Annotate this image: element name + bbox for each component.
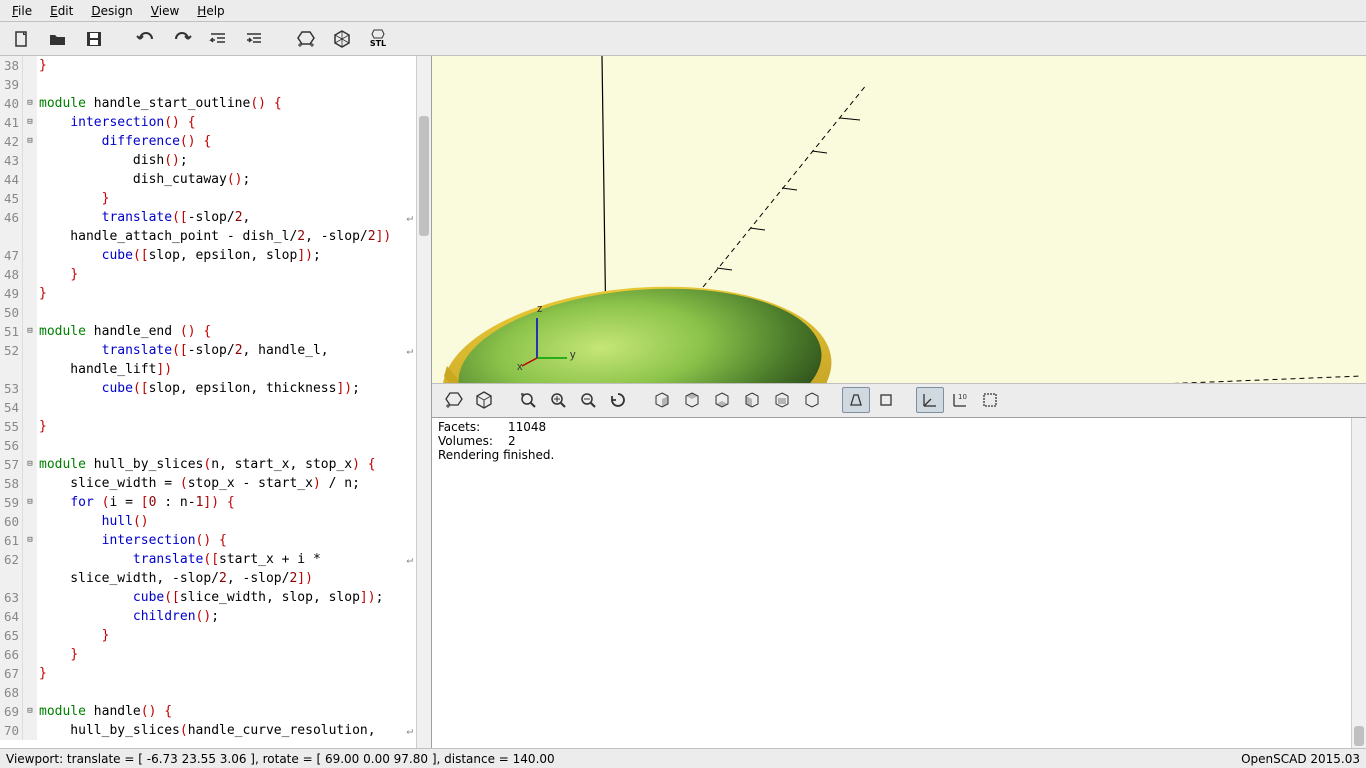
- open-button[interactable]: [44, 26, 72, 52]
- view-bottom-button[interactable]: [708, 387, 736, 413]
- menu-file[interactable]: File: [4, 2, 40, 20]
- orthogonal-button[interactable]: [872, 387, 900, 413]
- menu-design[interactable]: Design: [83, 2, 140, 20]
- code-line[interactable]: 50: [0, 303, 431, 322]
- view-right-button[interactable]: [648, 387, 676, 413]
- code-line[interactable]: 60 hull(): [0, 512, 431, 531]
- view-front-button[interactable]: [768, 387, 796, 413]
- show-edges-button[interactable]: [976, 387, 1004, 413]
- preview-view-button[interactable]: [440, 387, 468, 413]
- code-line[interactable]: 49}: [0, 284, 431, 303]
- svg-text:10: 10: [958, 393, 967, 401]
- console-facets-label: Facets:: [438, 420, 508, 434]
- unindent-button[interactable]: [204, 26, 232, 52]
- code-line[interactable]: 70 hull_by_slices(handle_curve_resolutio…: [0, 721, 431, 740]
- console-output[interactable]: Facets:11048 Volumes:2 Rendering finishe…: [432, 417, 1366, 749]
- code-line[interactable]: slice_width, -slop/2, -slop/2]): [0, 569, 431, 588]
- code-line[interactable]: 42⊟ difference() {: [0, 132, 431, 151]
- code-line[interactable]: 53 cube([slop, epsilon, thickness]);: [0, 379, 431, 398]
- render-button[interactable]: [328, 26, 356, 52]
- code-line[interactable]: 38}: [0, 56, 431, 75]
- code-line[interactable]: 43 dish();: [0, 151, 431, 170]
- menu-view[interactable]: View: [143, 2, 187, 20]
- axis-z-label: z: [537, 303, 543, 315]
- code-line[interactable]: 69⊟module handle() {: [0, 702, 431, 721]
- code-line[interactable]: 39: [0, 75, 431, 94]
- code-line[interactable]: 61⊟ intersection() {: [0, 531, 431, 550]
- axis-x-label: x: [517, 361, 523, 373]
- code-line[interactable]: handle_lift]): [0, 360, 431, 379]
- menu-edit[interactable]: Edit: [42, 2, 81, 20]
- console-status: Rendering finished.: [438, 448, 1360, 462]
- code-line[interactable]: 57⊟module hull_by_slices(n, start_x, sto…: [0, 455, 431, 474]
- code-line[interactable]: handle_attach_point - dish_l/2, -slop/2]…: [0, 227, 431, 246]
- zoom-in-button[interactable]: [544, 387, 572, 413]
- viewer-pane: z y x 10: [432, 56, 1366, 748]
- code-line[interactable]: 47 cube([slop, epsilon, slop]);: [0, 246, 431, 265]
- new-button[interactable]: [8, 26, 36, 52]
- code-line[interactable]: 66 }: [0, 645, 431, 664]
- export-stl-button[interactable]: STL: [364, 26, 392, 52]
- stl-label: STL: [370, 39, 386, 48]
- code-line[interactable]: 68: [0, 683, 431, 702]
- view-top-button[interactable]: [678, 387, 706, 413]
- console-facets-value: 11048: [508, 420, 546, 434]
- zoom-out-button[interactable]: [574, 387, 602, 413]
- code-line[interactable]: 54: [0, 398, 431, 417]
- code-line[interactable]: 56: [0, 436, 431, 455]
- code-line[interactable]: 62 translate([start_x + i *↵: [0, 550, 431, 569]
- view-toolbar: 10: [432, 383, 1366, 417]
- editor-scrollbar[interactable]: [416, 56, 431, 748]
- code-line[interactable]: 67}: [0, 664, 431, 683]
- code-line[interactable]: 63 cube([slice_width, slop, slop]);: [0, 588, 431, 607]
- code-line[interactable]: 55}: [0, 417, 431, 436]
- save-button[interactable]: [80, 26, 108, 52]
- code-editor[interactable]: 38}3940⊟module handle_start_outline() {4…: [0, 56, 431, 748]
- editor-pane: 38}3940⊟module handle_start_outline() {4…: [0, 56, 432, 748]
- code-line[interactable]: 58 slice_width = (stop_x - start_x) / n;: [0, 474, 431, 493]
- menubar: File Edit Design View Help: [0, 0, 1366, 22]
- redo-button[interactable]: [168, 26, 196, 52]
- code-line[interactable]: 40⊟module handle_start_outline() {: [0, 94, 431, 113]
- code-line[interactable]: 59⊟ for (i = [0 : n-1]) {: [0, 493, 431, 512]
- view-left-button[interactable]: [738, 387, 766, 413]
- indent-button[interactable]: [240, 26, 268, 52]
- code-line[interactable]: 45 }: [0, 189, 431, 208]
- code-line[interactable]: 46 translate([-slop/2,↵: [0, 208, 431, 227]
- reset-view-button[interactable]: [604, 387, 632, 413]
- main-area: 38}3940⊟module handle_start_outline() {4…: [0, 56, 1366, 748]
- status-version: OpenSCAD 2015.03: [1241, 752, 1360, 766]
- view-back-button[interactable]: [798, 387, 826, 413]
- code-line[interactable]: 64 children();: [0, 607, 431, 626]
- statusbar: Viewport: translate = [ -6.73 23.55 3.06…: [0, 748, 1366, 768]
- code-line[interactable]: 48 }: [0, 265, 431, 284]
- code-line[interactable]: 44 dish_cutaway();: [0, 170, 431, 189]
- preview-button[interactable]: [292, 26, 320, 52]
- console-scrollbar[interactable]: [1351, 418, 1366, 749]
- console-volumes-value: 2: [508, 434, 516, 448]
- code-line[interactable]: 65 }: [0, 626, 431, 645]
- zoom-all-button[interactable]: [514, 387, 542, 413]
- show-axes-button[interactable]: [916, 387, 944, 413]
- render-view-button[interactable]: [470, 387, 498, 413]
- undo-button[interactable]: [132, 26, 160, 52]
- axis-y-label: y: [570, 349, 576, 361]
- console-volumes-label: Volumes:: [438, 434, 508, 448]
- code-line[interactable]: 41⊟ intersection() {: [0, 113, 431, 132]
- code-line[interactable]: 51⊟module handle_end () {: [0, 322, 431, 341]
- menu-help[interactable]: Help: [189, 2, 232, 20]
- status-viewport: Viewport: translate = [ -6.73 23.55 3.06…: [6, 752, 555, 766]
- code-line[interactable]: 52 translate([-slop/2, handle_l,↵: [0, 341, 431, 360]
- top-toolbar: STL: [0, 22, 1366, 56]
- perspective-button[interactable]: [842, 387, 870, 413]
- show-scale-button[interactable]: 10: [946, 387, 974, 413]
- 3d-viewport[interactable]: z y x: [432, 56, 1366, 383]
